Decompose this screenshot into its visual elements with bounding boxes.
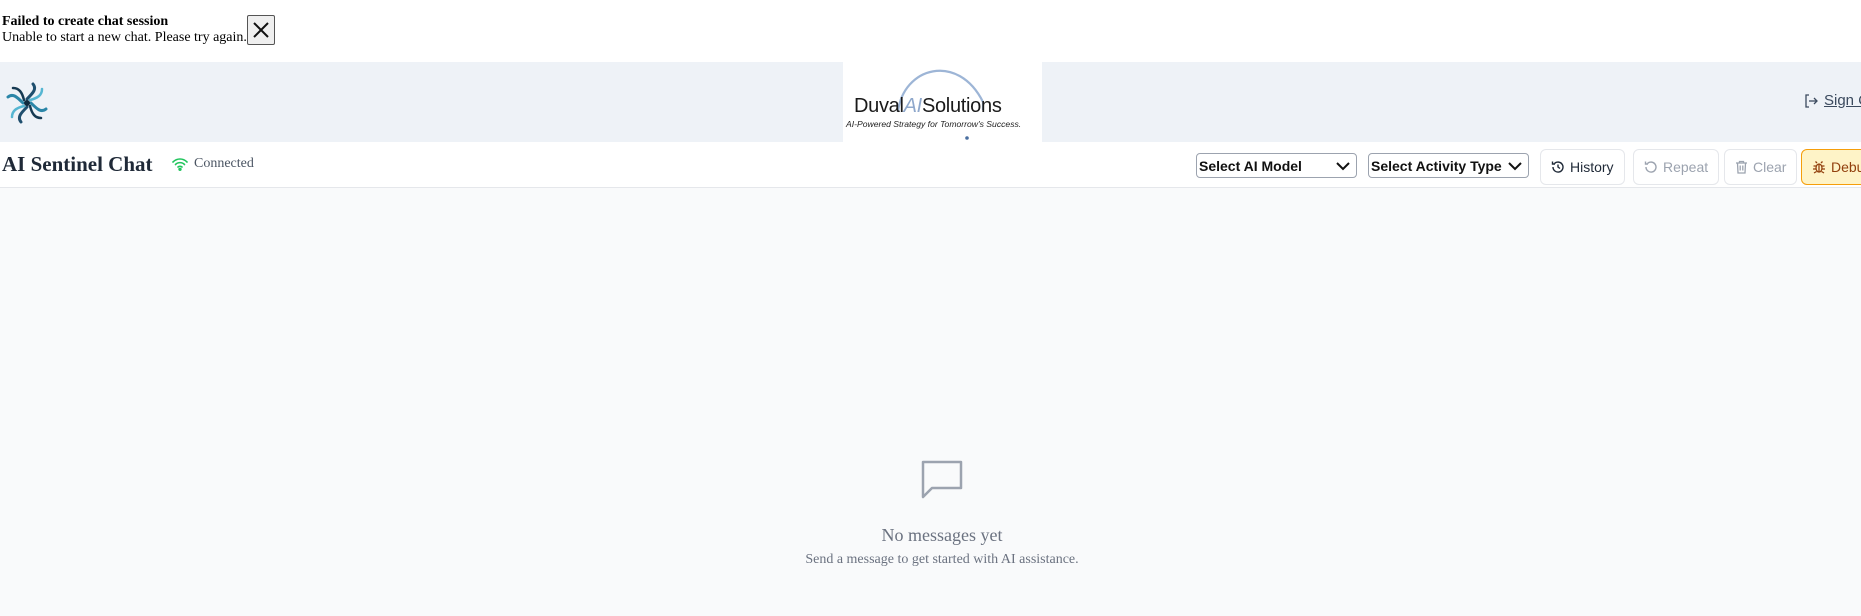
chat-messages-area: No messages yet Send a message to get st… [0,188,1861,616]
sign-out-icon [1805,93,1818,108]
chevron-down-icon [1508,161,1522,170]
debug-label: Debug [1831,159,1861,175]
brand-ai: AI [903,95,923,117]
empty-state-title: No messages yet [881,525,1003,545]
chat-title: AI Sentinel Chat [2,152,153,176]
status-label: Connected [194,156,254,171]
clear-button[interactable]: Clear [1724,149,1798,185]
swirl-logo-icon [6,82,48,124]
toast-title: Failed to create chat session [2,14,169,29]
brand-prefix: Duval [854,95,904,117]
sign-out-label: Sign Out [1824,92,1861,109]
connection-status: Connected [172,156,254,172]
brand-suffix: Solutions [921,95,1002,117]
brand-name: DuvalAISolutions [854,95,1002,118]
toast-close-button[interactable] [246,15,275,45]
ai-model-select[interactable]: Select AI Model [1196,153,1357,178]
rotate-ccw-icon [1644,161,1657,173]
clear-label: Clear [1753,159,1787,175]
bug-icon [1813,161,1825,174]
toast-message: Unable to start a new chat. Please try a… [2,30,247,45]
ai-model-select-label: Select AI Model [1199,157,1302,174]
toast-text: Failed to create chat session Unable to … [2,14,247,46]
activity-type-select-label: Select Activity Type [1371,157,1502,174]
wifi-icon [172,158,188,171]
empty-state-subtitle: Send a message to get started with AI as… [805,552,1079,567]
trash-icon [1736,160,1747,174]
chevron-down-icon [1336,161,1350,170]
chat-toolbar: AI Sentinel Chat Connected Select AI Mod… [0,143,1861,188]
history-button[interactable]: History [1540,149,1625,185]
message-square-icon [921,460,963,499]
brand-tagline: AI-Powered Strategy for Tomorrow's Succe… [846,119,1022,129]
top-header: DuvalAISolutions AI-Powered Strategy for… [0,62,1861,142]
repeat-button[interactable]: Repeat [1633,149,1720,185]
activity-type-select[interactable]: Select Activity Type [1368,153,1529,178]
history-icon [1551,161,1564,173]
error-toast: Failed to create chat session Unable to … [2,14,275,46]
app-logo[interactable] [6,82,48,124]
close-icon [253,22,269,38]
sign-out-link[interactable]: Sign Out [1804,92,1861,109]
brand-logo: DuvalAISolutions AI-Powered Strategy for… [843,62,1042,142]
debug-button[interactable]: Debug [1801,149,1861,185]
repeat-label: Repeat [1663,159,1709,175]
history-label: History [1570,159,1614,175]
